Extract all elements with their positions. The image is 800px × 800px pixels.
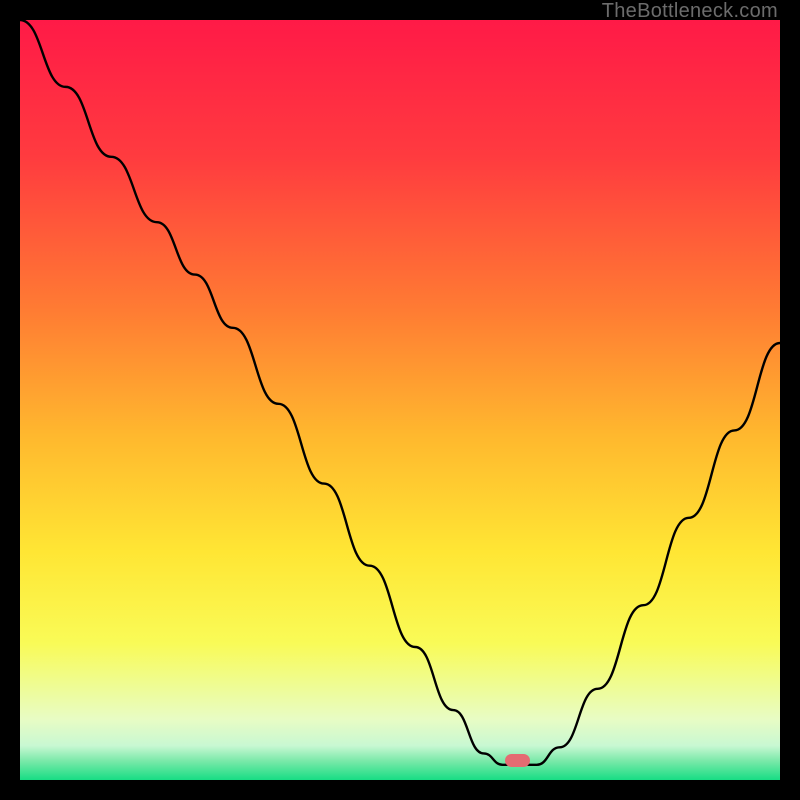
optimum-marker bbox=[505, 754, 530, 767]
chart-container: TheBottleneck.com bbox=[0, 0, 800, 800]
bottleneck-curve bbox=[20, 20, 780, 780]
plot-area bbox=[20, 20, 780, 780]
